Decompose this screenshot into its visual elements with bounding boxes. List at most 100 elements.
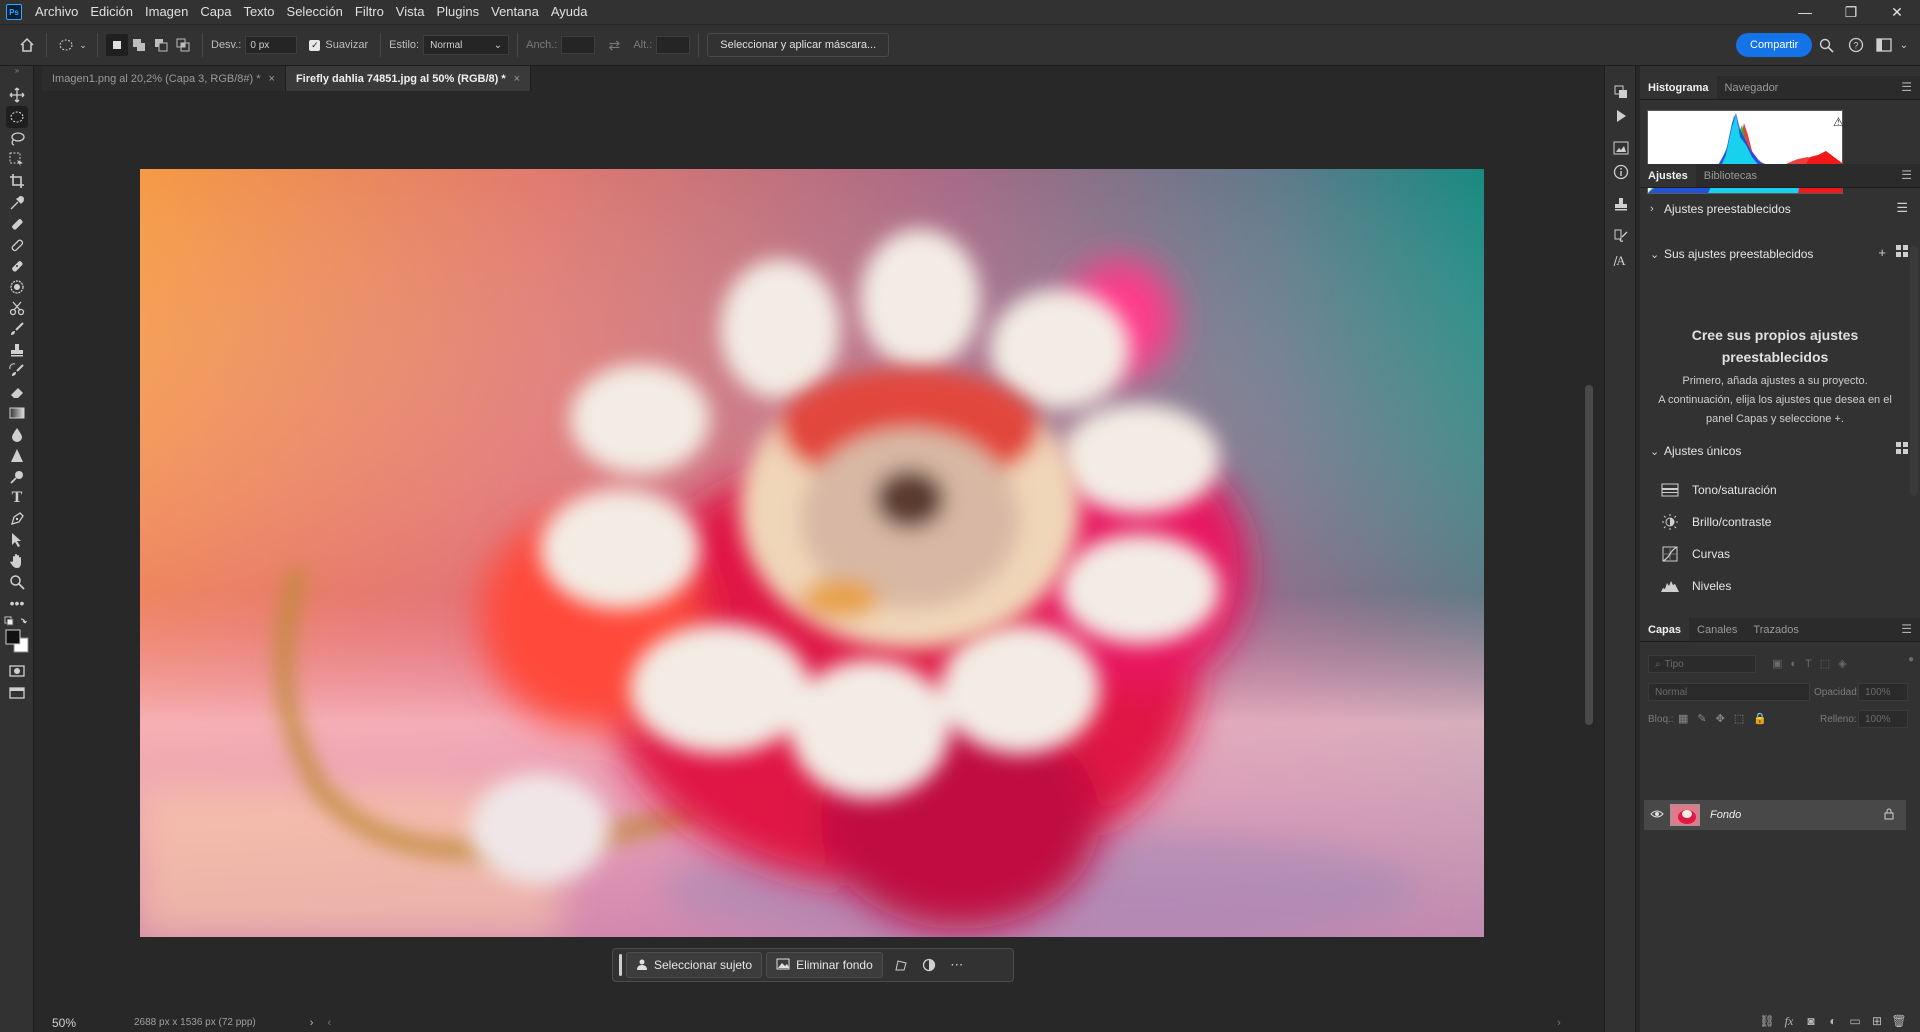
tab-navegador[interactable]: Navegador [1717,76,1787,99]
screen-mode-icon[interactable] [6,682,28,704]
subtract-selection-icon[interactable] [150,34,172,56]
new-selection-icon[interactable] [106,34,128,56]
panel-menu-icon[interactable]: ☰ [1901,622,1912,636]
tab-histograma[interactable]: Histograma [1640,76,1717,99]
home-icon[interactable] [16,34,38,56]
menu-edicion[interactable]: Edición [84,0,139,24]
layer-filter-field[interactable]: ⌕ Tipo [1648,655,1756,673]
your-presets-section[interactable]: ⌄ Sus ajustes preestablecidos [1650,247,1813,261]
vertical-scroll-thumb[interactable] [1585,385,1593,725]
add-mask-icon[interactable]: ◙ [1800,1014,1822,1028]
grid-view-icon[interactable] [1896,245,1908,260]
group-icon[interactable]: ▭ [1844,1014,1866,1028]
adjustment-brightness-contrast[interactable]: Brillo/contraste [1660,514,1771,530]
elliptical-marquee-icon[interactable] [55,34,77,56]
menu-texto[interactable]: Texto [237,0,280,24]
band-aid-tool-icon[interactable] [6,255,28,277]
panel-menu-icon[interactable]: ☰ [1901,80,1912,94]
history-brush-tool-icon[interactable] [6,360,28,382]
close-icon[interactable]: × [514,73,520,85]
add-selection-icon[interactable] [128,34,150,56]
menu-imagen[interactable]: Imagen [139,0,194,24]
dodge-tool-icon[interactable] [6,466,28,488]
adjustment-levels[interactable]: Niveles [1660,578,1731,594]
swap-icon[interactable]: ⇄ [603,34,625,56]
close-window-button[interactable]: ✕ [1874,0,1920,24]
character-panel-icon[interactable]: A [1611,250,1631,270]
tab-firefly-dahlia[interactable]: Firefly dahlia 74851.jpg al 50% (RGB/8) … [285,66,532,91]
single-adjustments-section[interactable]: ⌄ Ajustes únicos [1650,444,1741,458]
menu-archivo[interactable]: Archivo [29,0,84,24]
new-layer-icon[interactable]: ⊞ [1866,1014,1888,1028]
canvas-area[interactable] [42,91,1588,1013]
warning-icon[interactable]: ⚠ [1833,115,1844,129]
scissors-tool-icon[interactable] [6,297,28,319]
width-input[interactable] [561,36,596,54]
layer-effects-icon[interactable]: fx [1778,1014,1800,1029]
height-input[interactable] [656,36,691,54]
transform-icon[interactable] [887,952,915,978]
lock-icon[interactable] [1884,808,1894,823]
adjustment-hue-saturation[interactable]: Tono/saturación [1660,482,1777,498]
document-image[interactable] [140,169,1484,937]
more-tools-icon[interactable]: ••• [6,592,28,614]
eyedropper-tool-icon[interactable] [6,192,28,214]
layer-row-fondo[interactable]: Fondo [1644,800,1906,830]
path-selection-tool-icon[interactable] [6,529,28,551]
elliptical-marquee-tool-icon[interactable] [6,106,28,128]
share-button[interactable]: Compartir [1736,33,1813,57]
tab-canales[interactable]: Canales [1689,618,1745,641]
tab-imagen1[interactable]: Imagen1.png al 20,2% (Capa 3, RGB/8#) * … [42,66,286,91]
tab-bibliotecas[interactable]: Bibliotecas [1696,164,1765,187]
layer-name[interactable]: Fondo [1710,809,1741,821]
adjustments-scrollbar[interactable] [1910,246,1918,496]
scroll-right-icon[interactable]: › [1557,1017,1561,1029]
grid-view-icon[interactable] [1896,442,1908,457]
history-panel-icon[interactable] [1611,82,1631,102]
filter-toggle-icon[interactable]: ● [1908,654,1914,665]
blend-mode-select[interactable]: Normal [1648,683,1810,701]
list-view-icon[interactable]: ☰ [1896,200,1908,216]
tab-capas[interactable]: Capas [1640,618,1690,641]
minimize-button[interactable]: — [1782,0,1828,24]
restore-button[interactable]: ❐ [1828,0,1874,24]
crop-tool-icon[interactable] [6,170,28,192]
search-icon[interactable] [1816,35,1836,55]
more-options-icon[interactable]: ⋯ [943,952,971,978]
menu-seleccion[interactable]: Selección [281,0,349,24]
scroll-left-icon[interactable]: ‹ [327,1017,331,1029]
stamp-tool-icon[interactable] [6,339,28,361]
feather-input[interactable] [245,36,298,54]
info-icon[interactable] [1611,162,1631,182]
quick-mask-icon[interactable] [6,660,28,682]
intersect-selection-icon[interactable] [172,34,194,56]
drag-handle[interactable] [619,954,622,976]
foreground-background-colors[interactable] [4,628,30,654]
chevron-down-icon[interactable]: ⌄ [77,34,89,56]
menu-plugins[interactable]: Plugins [430,0,485,24]
pen-tool-icon[interactable] [6,508,28,530]
zoom-tool-icon[interactable] [6,571,28,593]
style-select[interactable]: Normal ⌄ [423,35,510,55]
close-icon[interactable]: × [269,73,275,85]
workspace-chevron-icon[interactable]: ⌄ [1894,35,1914,55]
menu-ayuda[interactable]: Ayuda [545,0,594,24]
select-and-mask-button[interactable]: Seleccionar y aplicar máscara... [707,33,890,57]
eye-icon[interactable] [1648,808,1666,822]
link-layers-icon[interactable]: ⛓ [1756,1014,1778,1028]
antialias-checkbox[interactable]: ✓ [309,39,321,51]
adjustment-icon[interactable] [915,952,943,978]
fill-field[interactable]: 100% [1858,710,1908,728]
tab-trazados[interactable]: Trazados [1745,618,1806,641]
adjustment-layer-icon[interactable]: ◐ [1822,1014,1844,1028]
tab-ajustes[interactable]: Ajustes [1640,164,1696,187]
eraser-tool-icon[interactable] [6,381,28,403]
menu-capa[interactable]: Capa [194,0,237,24]
sharpen-tool-icon[interactable] [6,445,28,467]
brush-settings-icon[interactable] [1611,226,1631,246]
blur-tool-icon[interactable] [6,424,28,446]
delete-layer-icon[interactable]: 🗑 [1888,1014,1910,1028]
spot-healing-tool-icon[interactable] [6,213,28,235]
zoom-level[interactable]: 50% [34,1016,94,1030]
hand-tool-icon[interactable] [6,550,28,572]
